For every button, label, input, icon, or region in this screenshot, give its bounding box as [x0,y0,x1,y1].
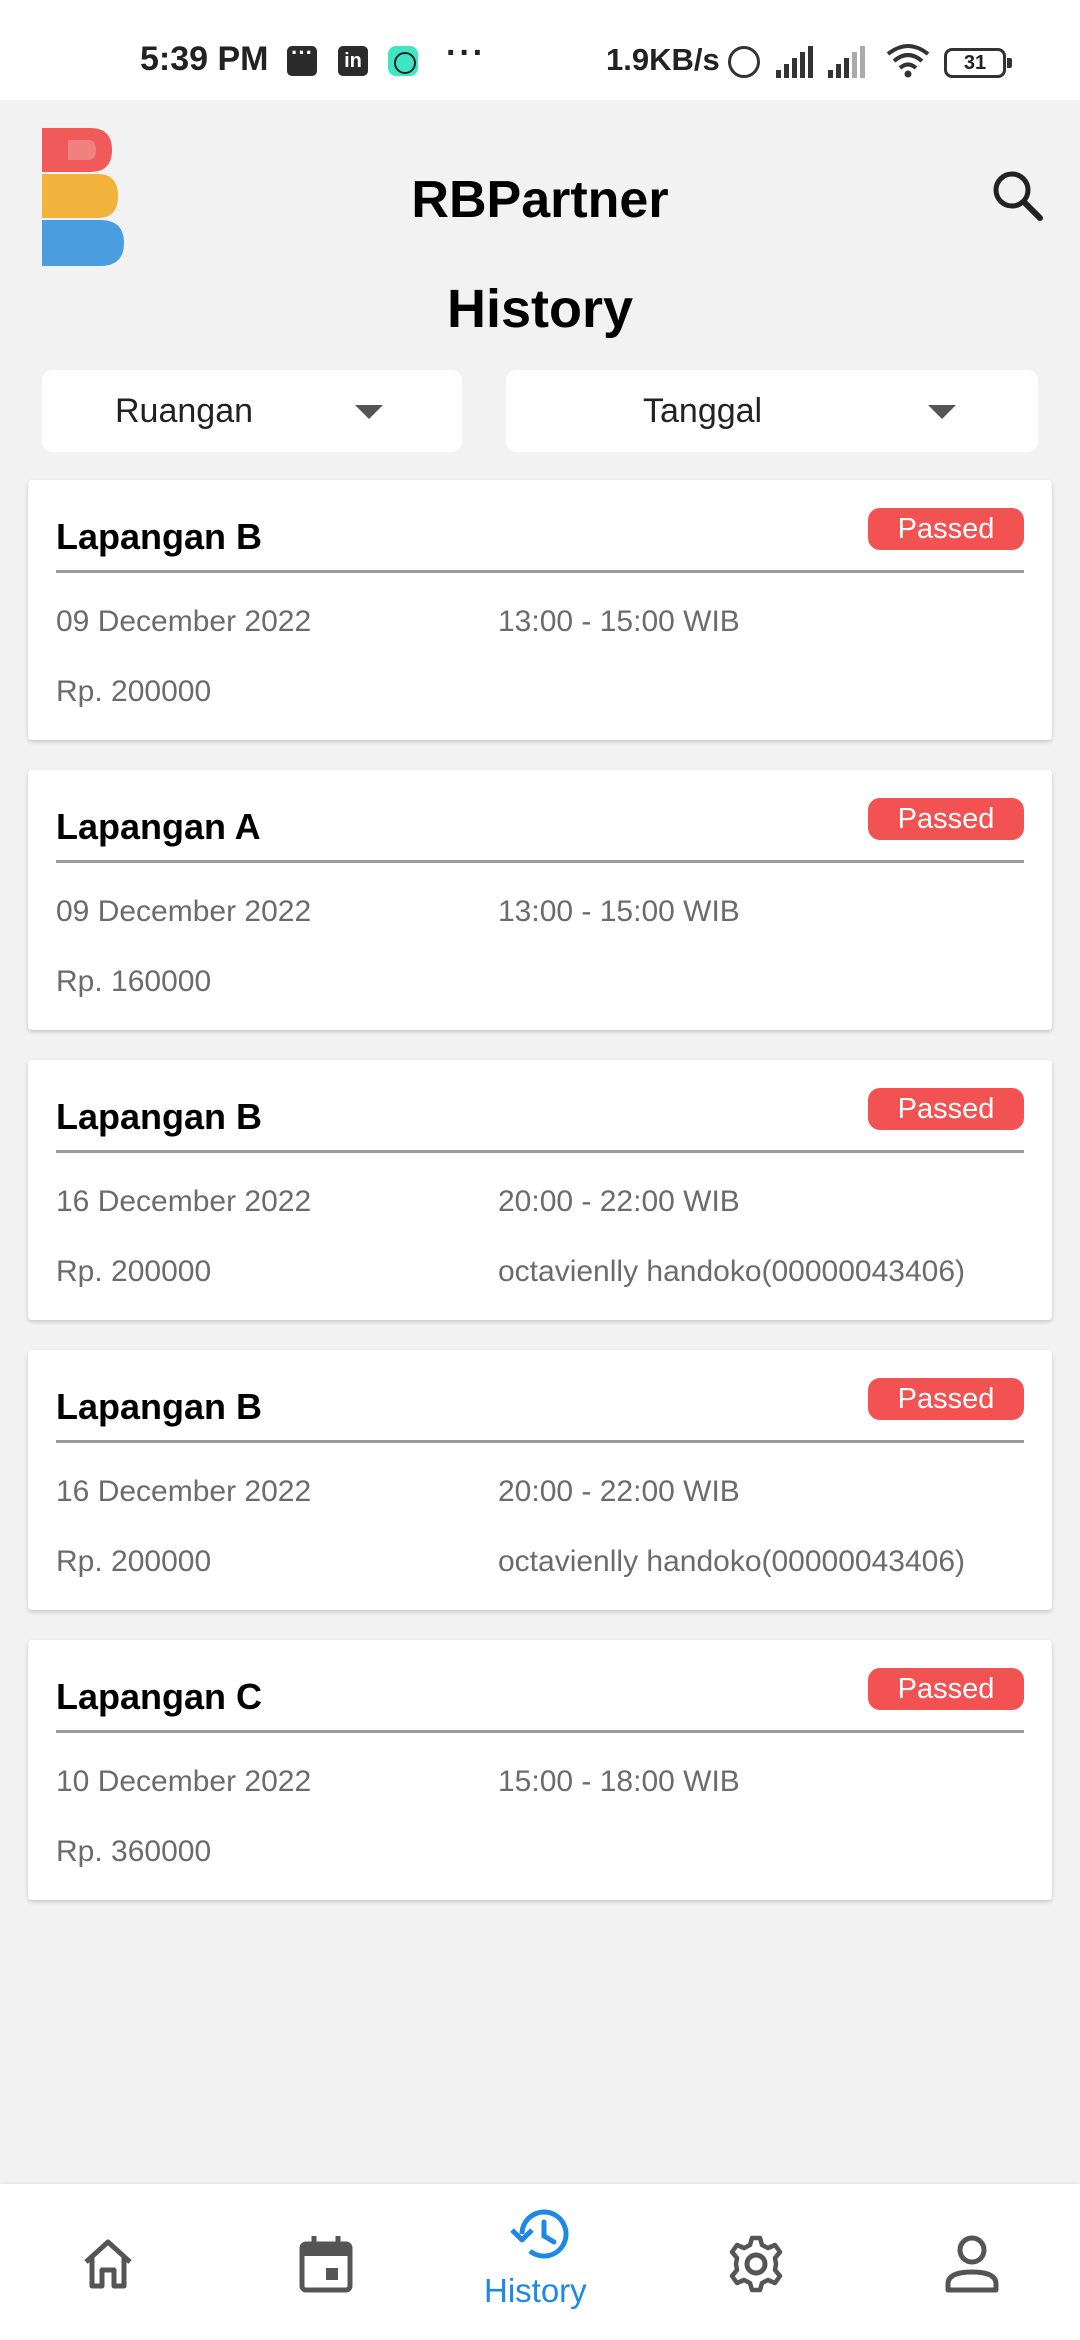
divider [56,1150,1024,1153]
booking-date: 10 December 2022 [56,1765,312,1798]
booking-time: 15:00 - 18:00 WIB [498,1765,740,1798]
signal-icon [776,46,816,78]
bottom-navigation: History [0,2184,1080,2340]
search-icon[interactable] [990,168,1046,224]
booking-price: Rp. 200000 [56,1545,212,1578]
status-time: 5:39 PM [140,40,269,78]
booking-card[interactable]: Lapangan C Passed 10 December 2022 15:00… [28,1640,1052,1900]
booking-price: Rp. 200000 [56,675,212,708]
booking-card[interactable]: Lapangan B Passed 16 December 2022 20:00… [28,1350,1052,1610]
history-icon [510,2209,569,2259]
divider [56,1440,1024,1443]
booking-card[interactable]: Lapangan A Passed 09 December 2022 13:00… [28,770,1052,1030]
date-filter-dropdown[interactable]: Tanggal [506,370,1038,452]
booking-card[interactable]: Lapangan B Passed 16 December 2022 20:00… [28,1060,1052,1320]
calendar-icon [299,2236,353,2293]
nav-profile[interactable] [904,2184,1040,2340]
signal-icon-secondary [828,46,868,78]
room-filter-dropdown[interactable]: Ruangan [42,370,462,452]
venue-name: Lapangan B [56,1386,263,1427]
status-bar: 5:39 PM in ··· 1.9KB/s 31 [0,0,1080,100]
divider [56,1730,1024,1733]
network-speed: 1.9KB/s [606,42,720,77]
booking-date: 16 December 2022 [56,1475,312,1508]
nav-settings[interactable] [690,2184,826,2340]
booking-date: 16 December 2022 [56,1185,312,1218]
room-filter-label: Ruangan [115,392,254,430]
booking-time: 13:00 - 15:00 WIB [498,605,740,638]
app-notification-icon [388,46,418,76]
booking-user: octavienlly handoko(00000043406) [498,1545,966,1578]
venue-name: Lapangan C [56,1676,263,1717]
booking-user: octavienlly handoko(00000043406) [498,1255,966,1288]
booking-price: Rp. 200000 [56,1255,212,1288]
battery-icon: 31 [944,48,1012,78]
venue-name: Lapangan B [56,1096,263,1137]
home-icon [84,2239,132,2289]
status-badge: Passed [868,508,1024,550]
venue-name: Lapangan A [56,806,261,847]
chevron-down-icon [928,405,956,419]
booking-card[interactable]: Lapangan B Passed 09 December 2022 13:00… [28,480,1052,740]
message-notification-icon [287,40,317,76]
status-badge: Passed [868,798,1024,840]
linkedin-notification-icon: in [338,46,368,76]
gear-icon [729,2235,783,2293]
nav-calendar[interactable] [256,2184,392,2340]
booking-time: 20:00 - 22:00 WIB [498,1185,740,1218]
booking-time: 20:00 - 22:00 WIB [498,1475,740,1508]
status-badge: Passed [868,1378,1024,1420]
alarm-icon [728,46,760,78]
date-filter-label: Tanggal [643,392,763,430]
divider [56,570,1024,573]
status-badge: Passed [868,1088,1024,1130]
venue-name: Lapangan B [56,516,263,557]
booking-date: 09 December 2022 [56,895,312,928]
page-title: History [446,279,634,339]
booking-price: Rp. 160000 [56,965,212,998]
nav-history[interactable]: History [470,2184,610,2340]
chevron-down-icon [355,405,383,419]
profile-icon [945,2235,999,2293]
booking-date: 09 December 2022 [56,605,312,638]
wifi-icon [886,44,930,78]
more-notifications-icon: ··· [446,34,486,72]
booking-time: 13:00 - 15:00 WIB [498,895,740,928]
app-title: RBPartner [411,171,669,229]
nav-home[interactable] [40,2184,176,2340]
nav-history-label: History [484,2272,587,2309]
booking-price: Rp. 360000 [56,1835,212,1868]
status-badge: Passed [868,1668,1024,1710]
divider [56,860,1024,863]
